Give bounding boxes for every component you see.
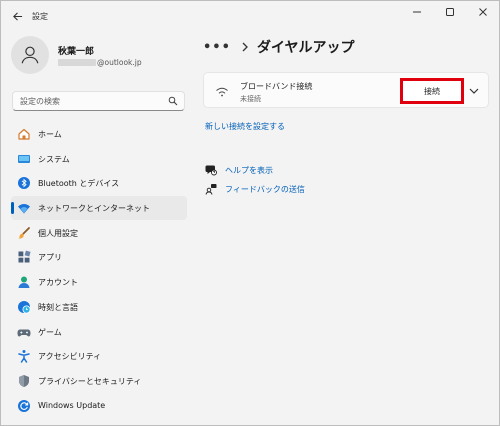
user-email: @outlook.jp (58, 58, 142, 67)
sidebar-item-label: アクセシビリティ (38, 352, 102, 362)
broadband-connection-card[interactable]: ブロードバンド接続 未接続 接続 (203, 72, 489, 108)
connection-name: ブロードバンド接続 (240, 82, 313, 91)
home-icon (17, 127, 31, 141)
sidebar-item-network[interactable]: ネットワークとインターネット (11, 196, 187, 221)
breadcrumb-more-button[interactable]: ••• (203, 40, 231, 55)
email-redacted (58, 59, 96, 66)
close-icon (478, 8, 487, 16)
dialup-phone-icon (216, 87, 228, 97)
maximize-button[interactable] (433, 1, 466, 23)
sidebar-item-accounts[interactable]: アカウント (11, 270, 187, 294)
account-icon (17, 275, 31, 289)
sidebar-item-accessibility[interactable]: アクセシビリティ (11, 344, 187, 368)
connect-button[interactable]: 接続 (400, 78, 464, 104)
sidebar-item-label: アプリ (38, 253, 62, 263)
search-placeholder: 設定の検索 (20, 97, 60, 106)
avatar (11, 36, 49, 74)
shield-icon (17, 374, 31, 388)
sidebar-item-label: システム (38, 154, 70, 164)
main-content: ••• ダイヤルアップ ブロードバンド接続 未接続 接続 新しい接続を設定する … (193, 31, 499, 425)
paintbrush-icon (17, 226, 31, 240)
minimize-icon (412, 11, 421, 13)
help-link[interactable]: ヘルプを表示 (225, 165, 273, 176)
nav-list: ホーム システム Bluetooth とデバイス ネットワークとインターネット … (11, 122, 187, 418)
sidebar-item-gaming[interactable]: ゲーム (11, 320, 187, 344)
sidebar-item-home[interactable]: ホーム (11, 122, 187, 146)
system-monitor-icon (17, 152, 31, 166)
sidebar-item-label: 個人用設定 (38, 228, 78, 238)
windows-update-icon (17, 399, 31, 413)
sidebar-item-personalization[interactable]: 個人用設定 (11, 221, 187, 245)
clock-globe-icon (17, 300, 31, 314)
sidebar-item-bluetooth[interactable]: Bluetooth とデバイス (11, 171, 187, 195)
sidebar-item-label: Bluetooth とデバイス (38, 179, 120, 189)
sidebar-item-label: ゲーム (38, 327, 62, 337)
sidebar-item-label: 時刻と言語 (38, 302, 78, 312)
feedback-link[interactable]: フィードバックの送信 (225, 184, 305, 195)
sidebar-item-privacy-security[interactable]: プライバシーとセキュリティ (11, 369, 187, 393)
person-icon (21, 46, 39, 64)
breadcrumb: ••• ダイヤルアップ (203, 35, 355, 59)
window-controls (400, 1, 499, 23)
search-icon (168, 96, 178, 106)
sidebar-item-apps[interactable]: アプリ (11, 245, 187, 269)
back-arrow-icon (12, 11, 22, 21)
user-name: 秋葉一郎 (58, 47, 95, 57)
sidebar-item-label: ホーム (38, 130, 62, 139)
sidebar-item-label: Windows Update (38, 400, 106, 410)
feedback-icon (205, 183, 217, 195)
sidebar-item-system[interactable]: システム (11, 147, 187, 171)
sidebar-item-time-language[interactable]: 時刻と言語 (11, 295, 187, 319)
email-suffix: @outlook.jp (97, 58, 142, 67)
app-title: 設定 (32, 12, 48, 21)
bluetooth-icon (17, 176, 31, 190)
help-chat-icon (205, 164, 217, 176)
sidebar-item-label: プライバシーとセキュリティ (38, 376, 142, 386)
chevron-down-icon[interactable] (468, 85, 480, 97)
new-connection-link[interactable]: 新しい接続を設定する (205, 121, 285, 132)
sidebar-item-label: アカウント (38, 278, 78, 288)
accessibility-icon (17, 349, 31, 363)
sidebar-item-label: ネットワークとインターネット (38, 204, 150, 214)
close-button[interactable] (466, 1, 499, 23)
settings-window: 設定 秋葉一郎 @outlook.jp 設定の検索 ホーム システム Bluet… (0, 0, 500, 426)
gamepad-icon (17, 325, 31, 339)
help-link-row[interactable]: ヘルプを表示 (205, 163, 273, 177)
wifi-icon (17, 201, 31, 215)
feedback-link-row[interactable]: フィードバックの送信 (205, 182, 305, 196)
minimize-button[interactable] (400, 1, 433, 23)
back-button[interactable] (9, 8, 25, 24)
apps-icon (17, 250, 31, 264)
user-profile[interactable]: 秋葉一郎 @outlook.jp (11, 36, 191, 76)
chevron-right-icon (242, 42, 248, 52)
sidebar: 秋葉一郎 @outlook.jp 設定の検索 ホーム システム Bluetoot… (1, 31, 193, 425)
title-bar: 設定 (1, 1, 499, 31)
connection-status: 未接続 (240, 95, 261, 103)
sidebar-item-windows-update[interactable]: Windows Update (11, 394, 187, 418)
maximize-icon (445, 8, 454, 16)
search-input[interactable]: 設定の検索 (12, 91, 185, 111)
page-title: ダイヤルアップ (256, 40, 355, 56)
